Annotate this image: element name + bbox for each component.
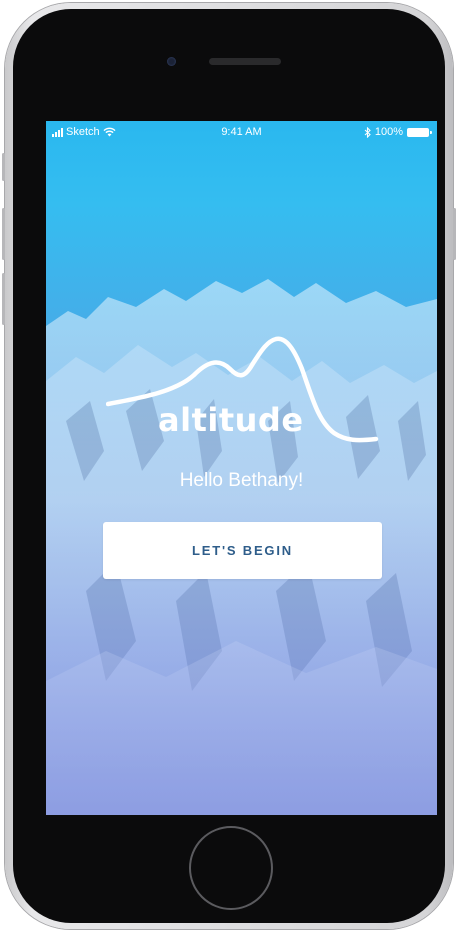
lets-begin-label: LET'S BEGIN <box>192 543 293 558</box>
mountain-background-image <box>46 279 437 815</box>
logo-wordmark: altitude <box>158 401 304 439</box>
volume-up-button <box>2 208 5 260</box>
front-camera-icon <box>167 57 176 66</box>
app-screen: Sketch 9:41 AM 100% altitude Hello Betha… <box>46 121 437 815</box>
power-button <box>453 208 456 260</box>
battery-percent: 100% <box>374 126 403 138</box>
mute-switch <box>2 153 5 181</box>
altitude-logo: altitude <box>106 335 381 451</box>
lets-begin-button[interactable]: LET'S BEGIN <box>103 522 382 579</box>
volume-down-button <box>2 273 5 325</box>
status-right: 100% <box>364 126 432 138</box>
status-bar: Sketch 9:41 AM 100% <box>46 121 437 143</box>
greeting-text: Hello Bethany! <box>179 470 304 491</box>
home-button[interactable] <box>189 826 273 910</box>
battery-icon <box>407 127 432 137</box>
earpiece-speaker <box>209 58 281 65</box>
bluetooth-icon <box>364 126 371 138</box>
